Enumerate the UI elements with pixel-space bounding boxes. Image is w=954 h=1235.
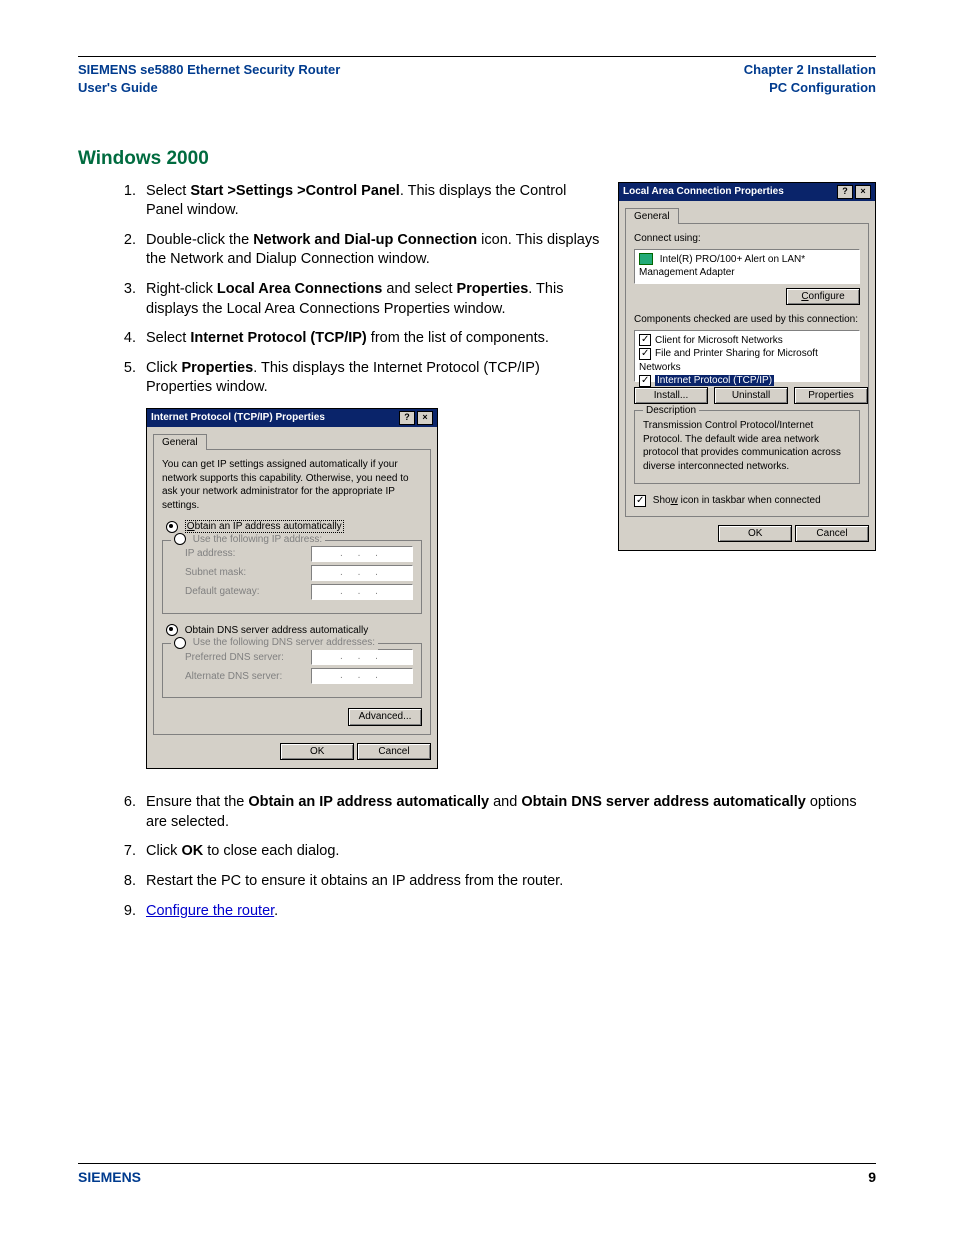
- close-icon[interactable]: ×: [417, 411, 433, 425]
- pref-dns-label: Preferred DNS server:: [185, 651, 284, 665]
- check-icon[interactable]: [639, 348, 651, 360]
- pref-dns-field: . . .: [311, 649, 413, 665]
- step-7: Click OK to close each dialog.: [140, 842, 876, 862]
- list-item[interactable]: Client for Microsoft Networks: [655, 335, 783, 346]
- radio-auto-ip[interactable]: [166, 521, 178, 533]
- nic-icon: [639, 253, 653, 265]
- properties-button[interactable]: Properties: [794, 387, 868, 405]
- radio-auto-ip-label: Obtain an IP address automatically: [185, 520, 344, 533]
- step-6: Ensure that the Obtain an IP address aut…: [140, 793, 876, 832]
- gateway-label: Default gateway:: [185, 585, 260, 599]
- connect-using-label: Connect using:: [634, 232, 860, 246]
- configure-router-link[interactable]: Configure the router: [146, 903, 274, 919]
- page-footer: SIEMENS 9: [78, 1163, 876, 1187]
- description-text: Transmission Control Protocol/Internet P…: [643, 419, 851, 473]
- show-icon-checkbox[interactable]: [634, 495, 646, 507]
- page-number: 9: [868, 1168, 876, 1187]
- configure-button[interactable]: CConfigureonfigure: [786, 288, 860, 306]
- radio-use-ip[interactable]: [174, 533, 186, 545]
- uninstall-button[interactable]: Uninstall: [714, 387, 788, 405]
- close-icon[interactable]: ×: [855, 185, 871, 199]
- dialog-tcpip: Internet Protocol (TCP/IP) Properties ? …: [146, 408, 438, 770]
- footer-brand: SIEMENS: [78, 1168, 141, 1187]
- dialog-lac: Local Area Connection Properties ? × Gen…: [618, 182, 876, 552]
- subnet-field: . . .: [311, 565, 413, 581]
- step-9: Configure the router.: [140, 902, 876, 922]
- tcpip-blurb: You can get IP settings assigned automat…: [162, 458, 422, 512]
- components-label: Components checked are used by this conn…: [634, 313, 860, 327]
- description-legend: Description: [643, 404, 699, 418]
- cancel-button[interactable]: Cancel: [357, 743, 431, 761]
- header-left-1: SIEMENS se5880 Ethernet Security Router: [78, 61, 340, 79]
- adapter-name: Intel(R) PRO/100+ Alert on LAN* Manageme…: [639, 254, 805, 279]
- steps-list-cont: Ensure that the Obtain an IP address aut…: [78, 793, 876, 921]
- radio-auto-dns[interactable]: [166, 624, 178, 636]
- tab-general[interactable]: General: [153, 434, 207, 451]
- advanced-button[interactable]: Advanced...: [348, 708, 422, 726]
- radio-use-ip-label: Use the following IP address:: [193, 534, 322, 545]
- help-icon[interactable]: ?: [399, 411, 415, 425]
- header-right-1: Chapter 2 Installation: [744, 61, 876, 79]
- show-icon-label: Show icon in taskbar when connected: [653, 495, 821, 506]
- cancel-button[interactable]: Cancel: [795, 525, 869, 543]
- alt-dns-field: . . .: [311, 668, 413, 684]
- header-left-2: User's Guide: [78, 79, 340, 97]
- radio-use-dns[interactable]: [174, 637, 186, 649]
- tab-general[interactable]: General: [625, 208, 679, 225]
- check-icon[interactable]: [639, 334, 651, 346]
- radio-auto-dns-label: Obtain DNS server address automatically: [185, 625, 368, 636]
- install-button[interactable]: Install...: [634, 387, 708, 405]
- page-header: SIEMENS se5880 Ethernet Security Router …: [78, 61, 876, 96]
- list-item[interactable]: File and Printer Sharing for Microsoft N…: [639, 348, 818, 373]
- header-right-2: PC Configuration: [744, 79, 876, 97]
- ip-address-label: IP address:: [185, 547, 235, 561]
- ip-address-field: . . .: [311, 546, 413, 562]
- ok-button[interactable]: OK: [718, 525, 792, 543]
- ok-button[interactable]: OK: [280, 743, 354, 761]
- section-heading: Windows 2000: [78, 146, 876, 172]
- alt-dns-label: Alternate DNS server:: [185, 670, 282, 684]
- help-icon[interactable]: ?: [837, 185, 853, 199]
- gateway-field: . . .: [311, 584, 413, 600]
- dialog-lac-title: Local Area Connection Properties: [623, 185, 784, 199]
- radio-use-dns-label: Use the following DNS server addresses:: [193, 637, 375, 648]
- check-icon[interactable]: [639, 375, 651, 387]
- subnet-label: Subnet mask:: [185, 566, 246, 580]
- list-item-selected[interactable]: Internet Protocol (TCP/IP): [655, 375, 774, 386]
- step-8: Restart the PC to ensure it obtains an I…: [140, 872, 876, 892]
- dialog-tcpip-title: Internet Protocol (TCP/IP) Properties: [151, 411, 325, 425]
